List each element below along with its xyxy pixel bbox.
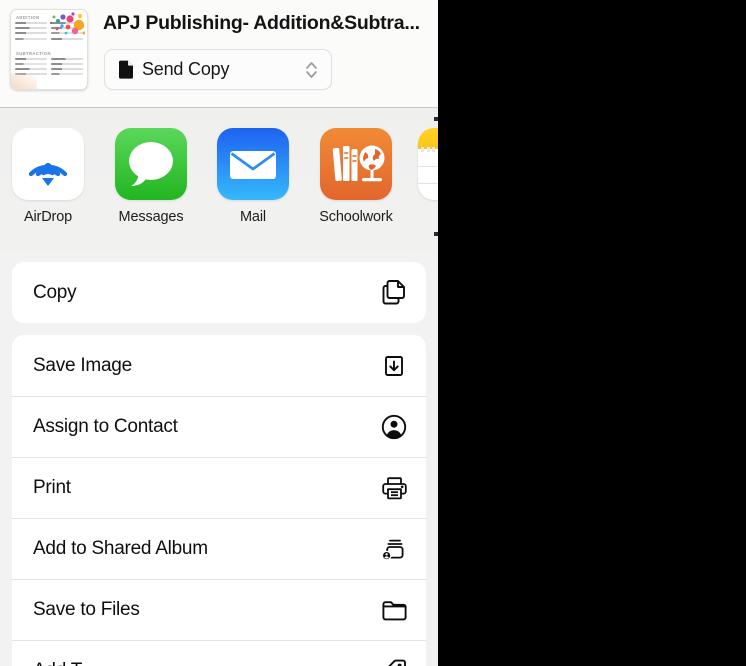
action-label: Add T (33, 660, 82, 666)
schoolwork-icon (320, 128, 392, 200)
screenshot-canvas: ADDITION SUBTRACTION APJ Publishing- Add… (0, 0, 746, 666)
thumbnail-warm-wash (11, 73, 37, 89)
share-target-messages[interactable]: Messages (103, 128, 199, 225)
action-label: Add to Shared Album (33, 537, 208, 559)
thumbnail-confetti-dots (49, 12, 85, 35)
page-title: APJ Publishing- Addition&Subtra... (103, 12, 420, 34)
contact-circle-icon (379, 412, 409, 442)
share-target-airdrop[interactable]: AirDrop (0, 128, 96, 225)
action-list: Copy Save Image Assign to Contact Print … (0, 262, 438, 666)
share-target-notes[interactable] (418, 128, 438, 200)
action-row-add-tags[interactable]: Add T (12, 640, 426, 666)
messages-icon (115, 128, 187, 200)
share-targets-row[interactable]: AirDrop Messages Mail Schoolwork (0, 108, 438, 251)
action-row-save-to-files[interactable]: Save to Files (12, 579, 426, 640)
share-target-schoolwork[interactable]: Schoolwork (308, 128, 404, 225)
share-sheet-panel: ADDITION SUBTRACTION APJ Publishing- Add… (0, 0, 438, 666)
thumbnail-section-subtraction: SUBTRACTION (16, 50, 51, 56)
action-label: Assign to Contact (33, 415, 178, 437)
action-card-primary: Copy (12, 262, 426, 323)
send-copy-label: Send Copy (142, 59, 230, 79)
airdrop-icon (12, 128, 84, 200)
shared-album-icon (379, 534, 409, 564)
share-target-label: Schoolwork (319, 209, 393, 225)
action-row-save-image[interactable]: Save Image (12, 335, 426, 396)
folder-icon (379, 595, 409, 625)
notes-ring-holes (418, 147, 438, 152)
document-thumbnail[interactable]: ADDITION SUBTRACTION (10, 9, 88, 90)
action-label: Print (33, 476, 71, 498)
copy-icon (379, 278, 409, 308)
notes-icon (418, 128, 438, 149)
share-sheet-header: ADDITION SUBTRACTION APJ Publishing- Add… (0, 0, 438, 108)
printer-icon (379, 473, 409, 503)
action-row-add-to-shared-album[interactable]: Add to Shared Album (12, 518, 426, 579)
send-copy-button[interactable]: Send Copy (104, 49, 332, 90)
action-card-secondary: Save Image Assign to Contact Print Add t… (12, 335, 426, 666)
action-label: Save to Files (33, 598, 140, 620)
save-image-icon (379, 351, 409, 381)
mail-icon (217, 128, 289, 200)
chevron-up-down-icon[interactable] (305, 59, 318, 81)
action-label: Save Image (33, 354, 132, 376)
share-target-label: AirDrop (23, 209, 73, 225)
action-label: Copy (33, 281, 77, 303)
action-row-print[interactable]: Print (12, 457, 426, 518)
document-icon (119, 60, 134, 79)
action-row-copy[interactable]: Copy (12, 262, 426, 323)
add-tags-icon (379, 656, 409, 666)
action-row-assign-to-contact[interactable]: Assign to Contact (12, 396, 426, 457)
share-target-label: Messages (118, 209, 184, 225)
share-target-label: Mail (240, 209, 266, 225)
share-target-mail[interactable]: Mail (205, 128, 301, 225)
